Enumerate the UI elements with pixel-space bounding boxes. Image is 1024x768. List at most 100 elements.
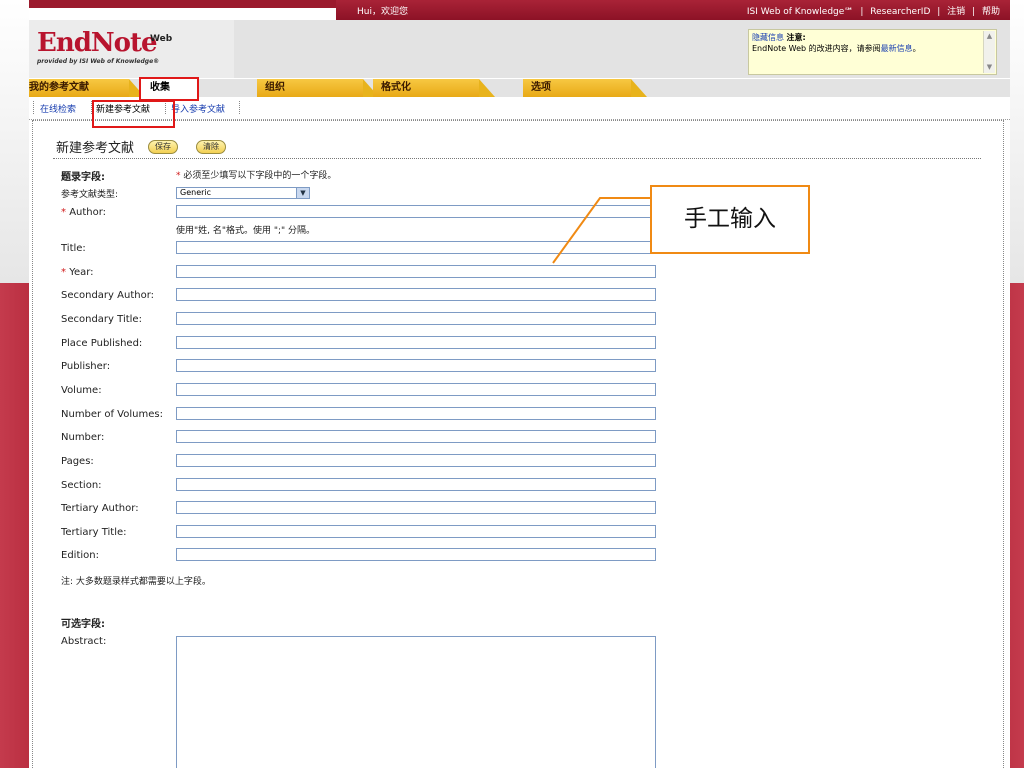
- secondary-author-label-text: Secondary Author:: [61, 290, 154, 301]
- tertiary-author-input[interactable]: [176, 501, 656, 514]
- section-input[interactable]: [176, 478, 656, 491]
- subnav-divider: [33, 101, 35, 114]
- secondary-author-input[interactable]: [176, 288, 656, 301]
- secondary-title-input[interactable]: [176, 312, 656, 325]
- greeting-text: Hui，欢迎您: [357, 7, 408, 17]
- subnav-online-search[interactable]: 在线检索: [40, 102, 76, 115]
- logout-link[interactable]: 注销: [947, 7, 965, 17]
- highlight-collect-tab: [139, 77, 199, 101]
- volume-input[interactable]: [176, 383, 656, 396]
- help-link[interactable]: 帮助: [982, 7, 1000, 17]
- subnav-import-references[interactable]: 导入参考文献: [171, 102, 225, 115]
- edition-label: Edition:: [61, 550, 99, 561]
- publisher-label-text: Publisher:: [61, 361, 111, 372]
- tab-label: 组织: [265, 82, 285, 93]
- required-star: *: [176, 171, 181, 181]
- title-divider: [53, 158, 981, 159]
- tab-format[interactable]: 格式化: [373, 79, 495, 97]
- year-label-text: Year:: [69, 267, 94, 278]
- tab-notch: [631, 79, 647, 97]
- top-links: ISI Web of Knowledge℠ | ResearcherID | 注…: [745, 4, 1002, 17]
- notice-end: 。: [912, 44, 921, 53]
- required-star: *: [61, 207, 66, 218]
- secondary-author-label: Secondary Author:: [61, 290, 154, 301]
- scroll-up-icon[interactable]: ▲: [985, 32, 994, 41]
- tab-notch: [479, 79, 495, 97]
- tab-label: 选项: [531, 82, 551, 93]
- highlight-new-reference: [92, 100, 175, 128]
- notice-title: 注意:: [786, 33, 806, 42]
- number-label-text: Number:: [61, 432, 105, 443]
- pages-label-text: Pages:: [61, 456, 94, 467]
- tertiary-author-label: Tertiary Author:: [61, 503, 139, 514]
- required-star: *: [61, 267, 66, 278]
- place-published-label-text: Place Published:: [61, 338, 143, 349]
- subnav-divider: [239, 101, 241, 114]
- top-bar-accent: [29, 0, 336, 8]
- edition-label-text: Edition:: [61, 550, 99, 561]
- abstract-label: Abstract:: [61, 636, 107, 647]
- header: EndNote Web provided by ISI Web of Knowl…: [29, 20, 1010, 78]
- latest-info-link[interactable]: 最新信息: [881, 44, 913, 53]
- publisher-input[interactable]: [176, 359, 656, 372]
- logo-tagline: provided by ISI Web of Knowledge®: [37, 58, 160, 65]
- pages-input[interactable]: [176, 454, 656, 467]
- clear-button[interactable]: 清除: [196, 140, 226, 154]
- abstract-textarea[interactable]: [176, 636, 656, 768]
- top-bar: Hui，欢迎您 ISI Web of Knowledge℠ | Research…: [29, 0, 1010, 20]
- number-of-volumes-label: Number of Volumes:: [61, 409, 163, 420]
- form-title: 新建参考文献: [56, 141, 135, 156]
- pages-label: Pages:: [61, 456, 94, 467]
- new-reference-panel: 新建参考文献 保存 清除 题录字段: * 必须至少填写以下字段中的一个字段。 参…: [32, 120, 1004, 768]
- number-of-volumes-input[interactable]: [176, 407, 656, 420]
- place-published-label: Place Published:: [61, 338, 142, 349]
- notice-text: EndNote Web 的改进内容，请参阅: [752, 44, 881, 53]
- number-label: Number:: [61, 432, 104, 443]
- logo-web-suffix: Web: [150, 34, 173, 44]
- ref-type-select[interactable]: Generic ▼: [176, 187, 310, 199]
- year-label: * Year:: [61, 267, 94, 278]
- required-note: * 必须至少填写以下字段中的一个字段。: [176, 168, 336, 181]
- endnote-screenshot: Hui，欢迎您 ISI Web of Knowledge℠ | Research…: [29, 0, 1010, 768]
- notice-box: 隐藏信息 注意: EndNote Web 的改进内容，请参阅最新信息。 ▲ ▼: [748, 29, 997, 75]
- number-input[interactable]: [176, 430, 656, 443]
- author-hint: 使用"姓, 名"格式。使用 ";" 分隔。: [176, 226, 316, 236]
- tertiary-title-label: Tertiary Title:: [61, 527, 127, 538]
- manual-input-callout: 手工输入: [650, 185, 810, 254]
- notice-scrollbar[interactable]: ▲ ▼: [983, 31, 995, 73]
- link-separator: |: [860, 7, 864, 17]
- tab-organize[interactable]: 组织: [257, 79, 379, 97]
- title-label: Title:: [61, 243, 86, 254]
- ref-type-value: Generic: [180, 188, 212, 197]
- logo-wordmark: EndNote: [37, 28, 158, 58]
- author-label: * Author:: [61, 207, 106, 218]
- tab-options[interactable]: 选项: [523, 79, 647, 97]
- ref-type-label: 参考文献类型:: [61, 190, 119, 200]
- endnote-logo: EndNote Web provided by ISI Web of Knowl…: [29, 20, 234, 78]
- tab-my-references[interactable]: 我的参考文献: [29, 79, 145, 97]
- place-published-input[interactable]: [176, 336, 656, 349]
- tertiary-author-label-text: Tertiary Author:: [61, 503, 139, 514]
- fields-footnote: 注: 大多数题录样式都需要以上字段。: [61, 577, 211, 587]
- title-label-text: Title:: [61, 243, 86, 254]
- author-label-text: Author:: [69, 207, 107, 218]
- required-note-text: 必须至少填写以下字段中的一个字段。: [183, 171, 337, 181]
- hide-notice-link[interactable]: 隐藏信息: [752, 33, 784, 42]
- scroll-down-icon[interactable]: ▼: [985, 63, 994, 72]
- isi-link[interactable]: ISI Web of Knowledge℠: [747, 7, 854, 17]
- volume-label-text: Volume:: [61, 385, 102, 396]
- publisher-label: Publisher:: [61, 361, 110, 372]
- link-separator: |: [972, 7, 976, 17]
- record-fields-label: 题录字段:: [61, 172, 105, 183]
- tertiary-title-input[interactable]: [176, 525, 656, 538]
- section-label: Section:: [61, 480, 102, 491]
- researcherid-link[interactable]: ResearcherID: [870, 7, 930, 17]
- tertiary-title-label-text: Tertiary Title:: [61, 527, 127, 538]
- number-of-volumes-label-text: Number of Volumes:: [61, 409, 163, 420]
- chevron-down-icon[interactable]: ▼: [296, 188, 309, 198]
- save-button[interactable]: 保存: [148, 140, 178, 154]
- section-label-text: Section:: [61, 480, 102, 491]
- volume-label: Volume:: [61, 385, 102, 396]
- edition-input[interactable]: [176, 548, 656, 561]
- secondary-title-label: Secondary Title:: [61, 314, 142, 325]
